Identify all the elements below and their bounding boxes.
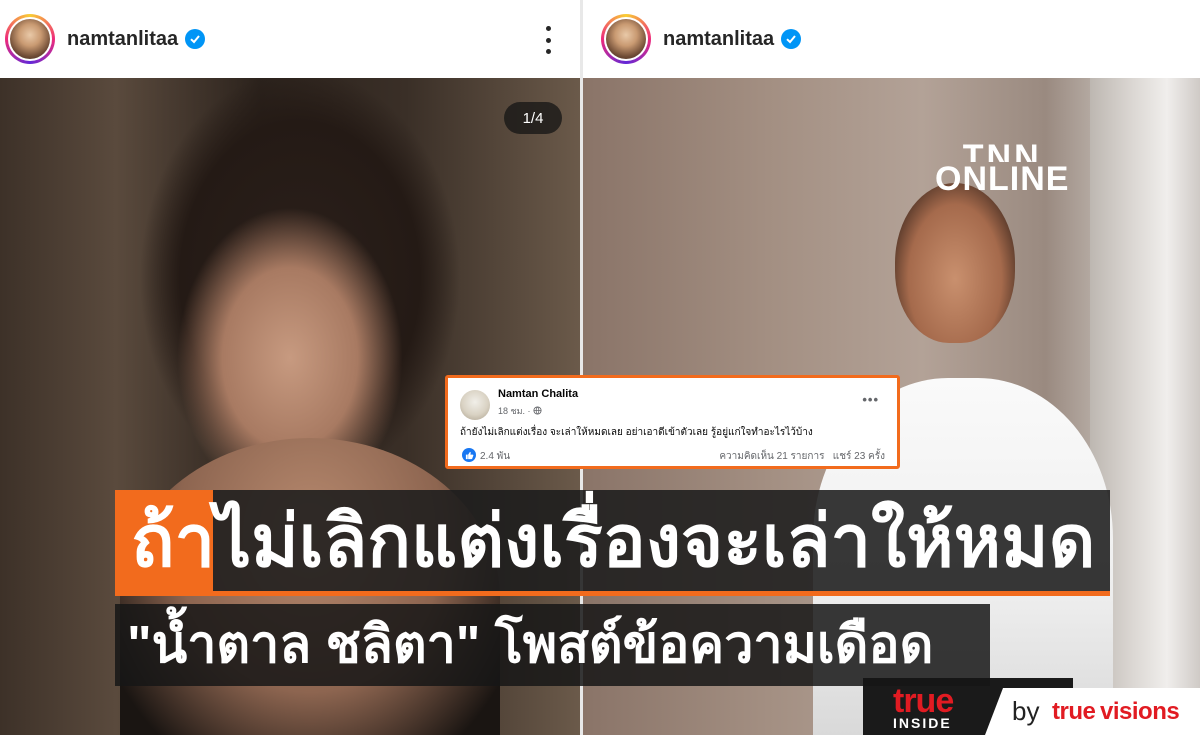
facebook-post-card: Namtan Chalita 18 ชม. · ••• ถ้ายังไม่เลิ…: [445, 375, 900, 469]
fb-more-options-icon[interactable]: •••: [862, 392, 879, 407]
true-inside-logo: true INSIDE: [893, 682, 954, 731]
right-post-header: namtanlitaa: [583, 0, 1200, 78]
carousel-counter: 1/4: [504, 102, 562, 134]
left-avatar[interactable]: [5, 14, 55, 64]
fb-time-text: 18 ชม. ·: [498, 406, 531, 416]
headline-primary: ถ้าไม่เลิกแต่งเรื่องจะเล่าให้หมด: [115, 490, 1110, 596]
globe-icon: [533, 406, 542, 415]
truevisions-logo-visions: visions: [1100, 698, 1180, 725]
right-photo-figure: [895, 183, 1015, 343]
truevisions-logo-true: true: [1052, 698, 1096, 725]
left-username[interactable]: namtanlitaa: [67, 28, 178, 51]
tnn-watermark-top: TNN: [962, 140, 1042, 162]
fb-post-text: ถ้ายังไม่เลิกแต่งเรื่อง จะเล่าให้หมดเลย …: [460, 427, 813, 438]
true-inside-bottom: INSIDE: [893, 715, 952, 731]
left-post-header: namtanlitaa: [0, 0, 580, 78]
tnn-watermark-bottom: ONLINE: [935, 160, 1070, 198]
fb-author-name[interactable]: Namtan Chalita: [498, 388, 578, 400]
right-username[interactable]: namtanlitaa: [663, 28, 774, 51]
fb-avatar[interactable]: [460, 390, 490, 420]
fb-like-count[interactable]: 2.4 พัน: [480, 449, 510, 464]
more-options-icon[interactable]: [538, 26, 558, 54]
headline-line-1: ถ้าไม่เลิกแต่งเรื่องจะเล่าให้หมด: [131, 502, 1096, 582]
like-icon: [462, 448, 476, 462]
right-avatar[interactable]: [601, 14, 651, 64]
verified-badge-icon: [185, 29, 206, 49]
fb-post-time: 18 ชม. ·: [498, 404, 542, 418]
by-label: by: [1012, 696, 1040, 726]
verified-badge-icon: [781, 29, 802, 49]
tnn-online-watermark: TNN ONLINE: [935, 140, 1069, 196]
headline-line-2: "น้ำตาล ชลิตา" โพสต์ข้อความเดือด: [127, 616, 934, 674]
fb-comment-share-stats[interactable]: ความคิดเห็น 21 รายการ แชร์ 23 ครั้ง: [719, 449, 885, 464]
headline-secondary: "น้ำตาล ชลิตา" โพสต์ข้อความเดือด: [115, 604, 990, 686]
true-inside-top: true: [893, 682, 954, 720]
